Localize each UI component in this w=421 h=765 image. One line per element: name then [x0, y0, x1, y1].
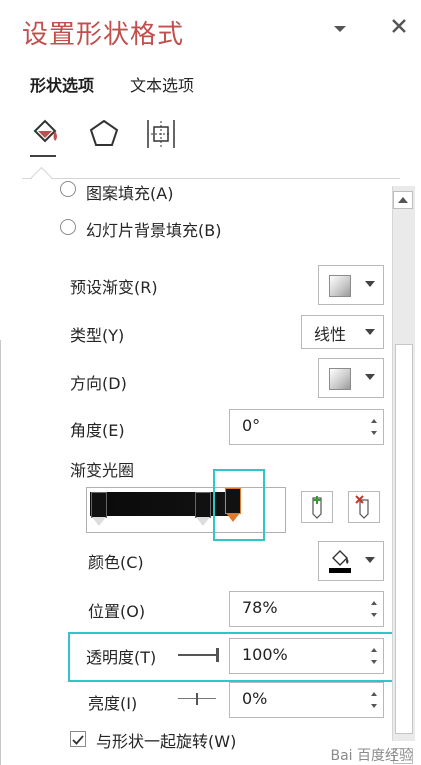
- gradient-stop-marker: [92, 517, 106, 526]
- gradient-type-value: 线性: [314, 325, 347, 344]
- pentagon-icon[interactable]: [88, 118, 120, 148]
- slide-background-fill-label: 幻灯片背景填充(B): [86, 221, 222, 240]
- checkmark-icon: [72, 735, 84, 745]
- spin-down-icon[interactable]: [371, 660, 377, 664]
- stop-position-input[interactable]: 78%: [229, 591, 384, 627]
- chevron-down-icon: [365, 329, 375, 335]
- brightness-input[interactable]: 0%: [229, 682, 384, 718]
- arrow-up-icon: [398, 197, 408, 203]
- gradient-swatch: [329, 368, 351, 390]
- tab-text-options[interactable]: 文本选项: [130, 72, 194, 96]
- preset-gradient-dropdown[interactable]: [318, 265, 384, 305]
- chevron-down-icon: [365, 281, 375, 287]
- section-divider: [22, 178, 400, 179]
- rotate-with-shape-label: 与形状一起旋转(W): [96, 732, 237, 751]
- spin-down-icon[interactable]: [371, 704, 377, 708]
- gradient-swatch: [329, 275, 351, 297]
- gradient-stop[interactable]: [91, 492, 107, 518]
- slider-thumb[interactable]: [216, 648, 219, 662]
- stop-position-label: 位置(O): [88, 602, 146, 621]
- spin-up-icon[interactable]: [371, 601, 377, 605]
- gradient-type-label: 类型(Y): [70, 326, 125, 345]
- gradient-angle-input[interactable]: 0°: [229, 409, 384, 445]
- gradient-stop[interactable]: [195, 492, 211, 518]
- chevron-down-icon[interactable]: [333, 18, 347, 39]
- gradient-type-select[interactable]: 线性: [301, 315, 384, 349]
- window-border: [0, 340, 1, 765]
- tab-notch: [30, 166, 53, 189]
- slider-thumb[interactable]: [196, 693, 198, 705]
- selected-stop-highlight: [213, 469, 265, 541]
- tab-shape-options[interactable]: 形状选项: [30, 72, 94, 96]
- transparency-slider[interactable]: [176, 646, 220, 664]
- pattern-fill-radio[interactable]: [60, 181, 76, 197]
- panel-title: 设置形状格式: [22, 20, 185, 50]
- slider-track: [178, 654, 216, 656]
- slide-background-fill-radio[interactable]: [60, 219, 76, 235]
- gradient-direction-label: 方向(D): [70, 374, 127, 393]
- close-icon[interactable]: [391, 18, 407, 39]
- gradient-stop-marker: [196, 517, 210, 526]
- brightness-slider[interactable]: [176, 690, 220, 708]
- paint-bucket-icon: [329, 550, 351, 573]
- stop-color-label: 颜色(C): [88, 553, 144, 572]
- spin-up-icon[interactable]: [371, 692, 377, 696]
- gradient-stops-label: 渐变光圈: [70, 461, 135, 480]
- add-stop-icon: [312, 496, 322, 519]
- pattern-fill-label: 图案填充(A): [86, 184, 174, 203]
- remove-gradient-stop-button[interactable]: [348, 491, 380, 523]
- chevron-down-icon: [365, 557, 375, 563]
- scroll-up-button[interactable]: [393, 191, 413, 209]
- remove-stop-icon: [355, 495, 369, 519]
- rotate-with-shape-checkbox[interactable]: [70, 731, 86, 747]
- active-category-indicator: [30, 155, 56, 157]
- transparency-value: 100%: [242, 645, 288, 664]
- brightness-label: 亮度(I): [88, 694, 138, 713]
- gradient-angle-value: 0°: [242, 416, 261, 435]
- stop-position-value: 78%: [242, 598, 278, 617]
- chevron-down-icon: [365, 374, 375, 380]
- spin-down-icon[interactable]: [371, 613, 377, 617]
- scrollbar-thumb[interactable]: [395, 344, 413, 734]
- paint-bucket-icon[interactable]: [30, 117, 60, 149]
- spin-down-icon[interactable]: [371, 431, 377, 435]
- add-gradient-stop-button[interactable]: [301, 491, 333, 523]
- stop-color-picker[interactable]: [318, 541, 384, 581]
- preset-gradient-label: 预设渐变(R): [70, 278, 158, 297]
- gradient-angle-label: 角度(E): [70, 421, 125, 440]
- spin-up-icon[interactable]: [371, 648, 377, 652]
- transparency-input[interactable]: 100%: [229, 638, 384, 674]
- brightness-value: 0%: [242, 689, 268, 708]
- watermark: Bai 百度经验: [330, 748, 413, 764]
- size-properties-icon[interactable]: [145, 118, 177, 150]
- gradient-direction-dropdown[interactable]: [318, 358, 384, 398]
- transparency-label: 透明度(T): [86, 648, 157, 667]
- spin-up-icon[interactable]: [371, 419, 377, 423]
